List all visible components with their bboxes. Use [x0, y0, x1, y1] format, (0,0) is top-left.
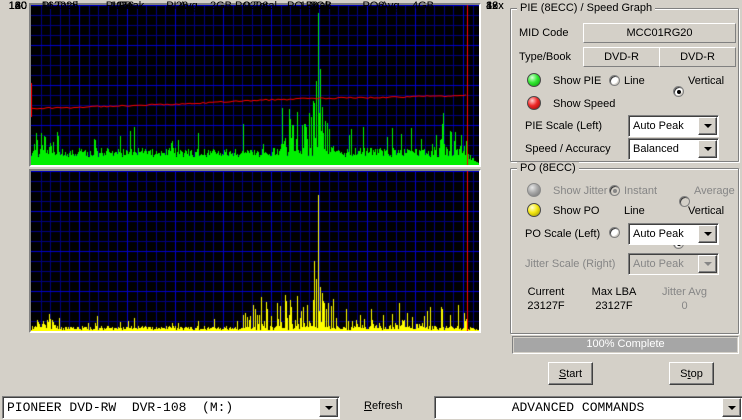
show-jitter-led [527, 183, 541, 197]
jitter-scale-combo: Auto Peak [628, 253, 719, 275]
po-panel-title: PO (8ECC) [517, 162, 579, 174]
jitter-scale-value: Auto Peak [633, 258, 684, 270]
show-po-label: Show PO [553, 205, 600, 217]
pie-line-label[interactable]: Line [624, 75, 645, 87]
mid-code-value: MCC01RG20 [583, 23, 736, 43]
po-line-label[interactable]: Line [624, 205, 645, 217]
po-scale-dropdown-button[interactable] [698, 225, 717, 243]
drive-select-value: PIONEER DVD-RW DVR-108 (M:) [7, 400, 234, 415]
book-value: DVD-R [659, 47, 736, 67]
po-panel: PO (8ECC) Show Jitter Instant Average Sh… [510, 162, 739, 334]
pie-vertical-radio[interactable] [673, 86, 684, 97]
mid-code-label: MID Code [519, 27, 569, 39]
speed-accuracy-combo[interactable]: Balanced [628, 138, 719, 160]
speed-accuracy-value: Balanced [633, 143, 679, 155]
scan-window: 160 120 80 40 160 120 80 40 16x 12x 8x 4… [0, 0, 742, 420]
speed-axis-tick-4x: 4x [486, 0, 498, 12]
pie-graph-canvas [31, 5, 479, 165]
max-lba-label: Max LBA [591, 286, 637, 298]
po-scale-combo[interactable]: Auto Peak [628, 223, 719, 245]
po-vertical-label[interactable]: Vertical [688, 205, 724, 217]
progress-bar: 100% Complete [512, 336, 739, 354]
stop-button[interactable]: St op [669, 362, 714, 385]
show-po-led[interactable] [527, 203, 541, 217]
current-value: 23127F [527, 300, 565, 312]
pie-panel-title: PIE (8ECC) / Speed Graph [517, 2, 656, 14]
show-jitter-label: Show Jitter [553, 185, 608, 197]
pie-speed-panel: PIE (8ECC) / Speed Graph MID Code MCC01R… [510, 2, 739, 162]
pie-line-radio[interactable] [609, 75, 620, 86]
show-speed-label: Show Speed [553, 98, 616, 110]
progress-label: 100% Complete [586, 338, 665, 350]
type-value: DVD-R [583, 47, 660, 67]
type-book-label: Type/Book [519, 51, 571, 63]
pie-scale-label: PIE Scale (Left) [525, 120, 603, 132]
chevron-down-icon [727, 405, 736, 410]
pie-scale-value: Auto Peak [633, 120, 684, 132]
show-pie-led[interactable] [527, 73, 541, 87]
pie-speed-graph [29, 3, 481, 167]
stat-po-avg-value: 6 [377, 0, 385, 12]
show-pie-label: Show PIE [553, 75, 602, 87]
jitter-instant-label: Instant [624, 185, 658, 197]
chevron-down-icon [703, 147, 712, 151]
jitter-instant-radio [609, 185, 620, 196]
advanced-commands-select[interactable]: ADVANCED COMMANDS [434, 396, 742, 419]
po-graph-canvas [31, 171, 479, 331]
po-scale-value: Auto Peak [633, 228, 684, 240]
chevron-down-icon [703, 262, 712, 266]
speed-accuracy-label: Speed / Accuracy [525, 143, 611, 155]
start-button[interactable]: Start [548, 362, 593, 385]
jitter-avg-label: Jitter Avg [661, 286, 708, 298]
jitter-average-label: Average [694, 185, 735, 197]
jitter-scale-label: Jitter Scale (Right) [525, 258, 616, 270]
chevron-down-button[interactable] [698, 140, 717, 158]
drive-select-dropdown-button[interactable] [319, 398, 338, 417]
show-speed-led[interactable] [527, 96, 541, 110]
current-label: Current [527, 286, 565, 298]
pie-scale-dropdown-button[interactable] [698, 117, 717, 135]
max-lba-value: 23127F [595, 300, 633, 312]
po-scale-label: PO Scale (Left) [525, 228, 601, 240]
po-line-radio[interactable] [609, 227, 620, 238]
chevron-down-icon [324, 405, 333, 410]
chevron-down-icon [703, 232, 712, 236]
po-graph [29, 169, 481, 333]
pie-scale-combo[interactable]: Auto Peak [628, 115, 719, 137]
pie-vertical-label[interactable]: Vertical [688, 75, 724, 87]
advanced-commands-dropdown-button[interactable] [722, 398, 741, 417]
jitter-avg-value: 0 [681, 300, 688, 312]
chevron-down-icon [703, 124, 712, 128]
jitter-scale-dropdown-button [698, 255, 717, 273]
advanced-commands-value: ADVANCED COMMANDS [511, 400, 645, 415]
drive-select[interactable]: PIONEER DVD-RW DVR-108 (M:) [2, 396, 340, 419]
refresh-button[interactable]: Refresh [364, 400, 403, 412]
